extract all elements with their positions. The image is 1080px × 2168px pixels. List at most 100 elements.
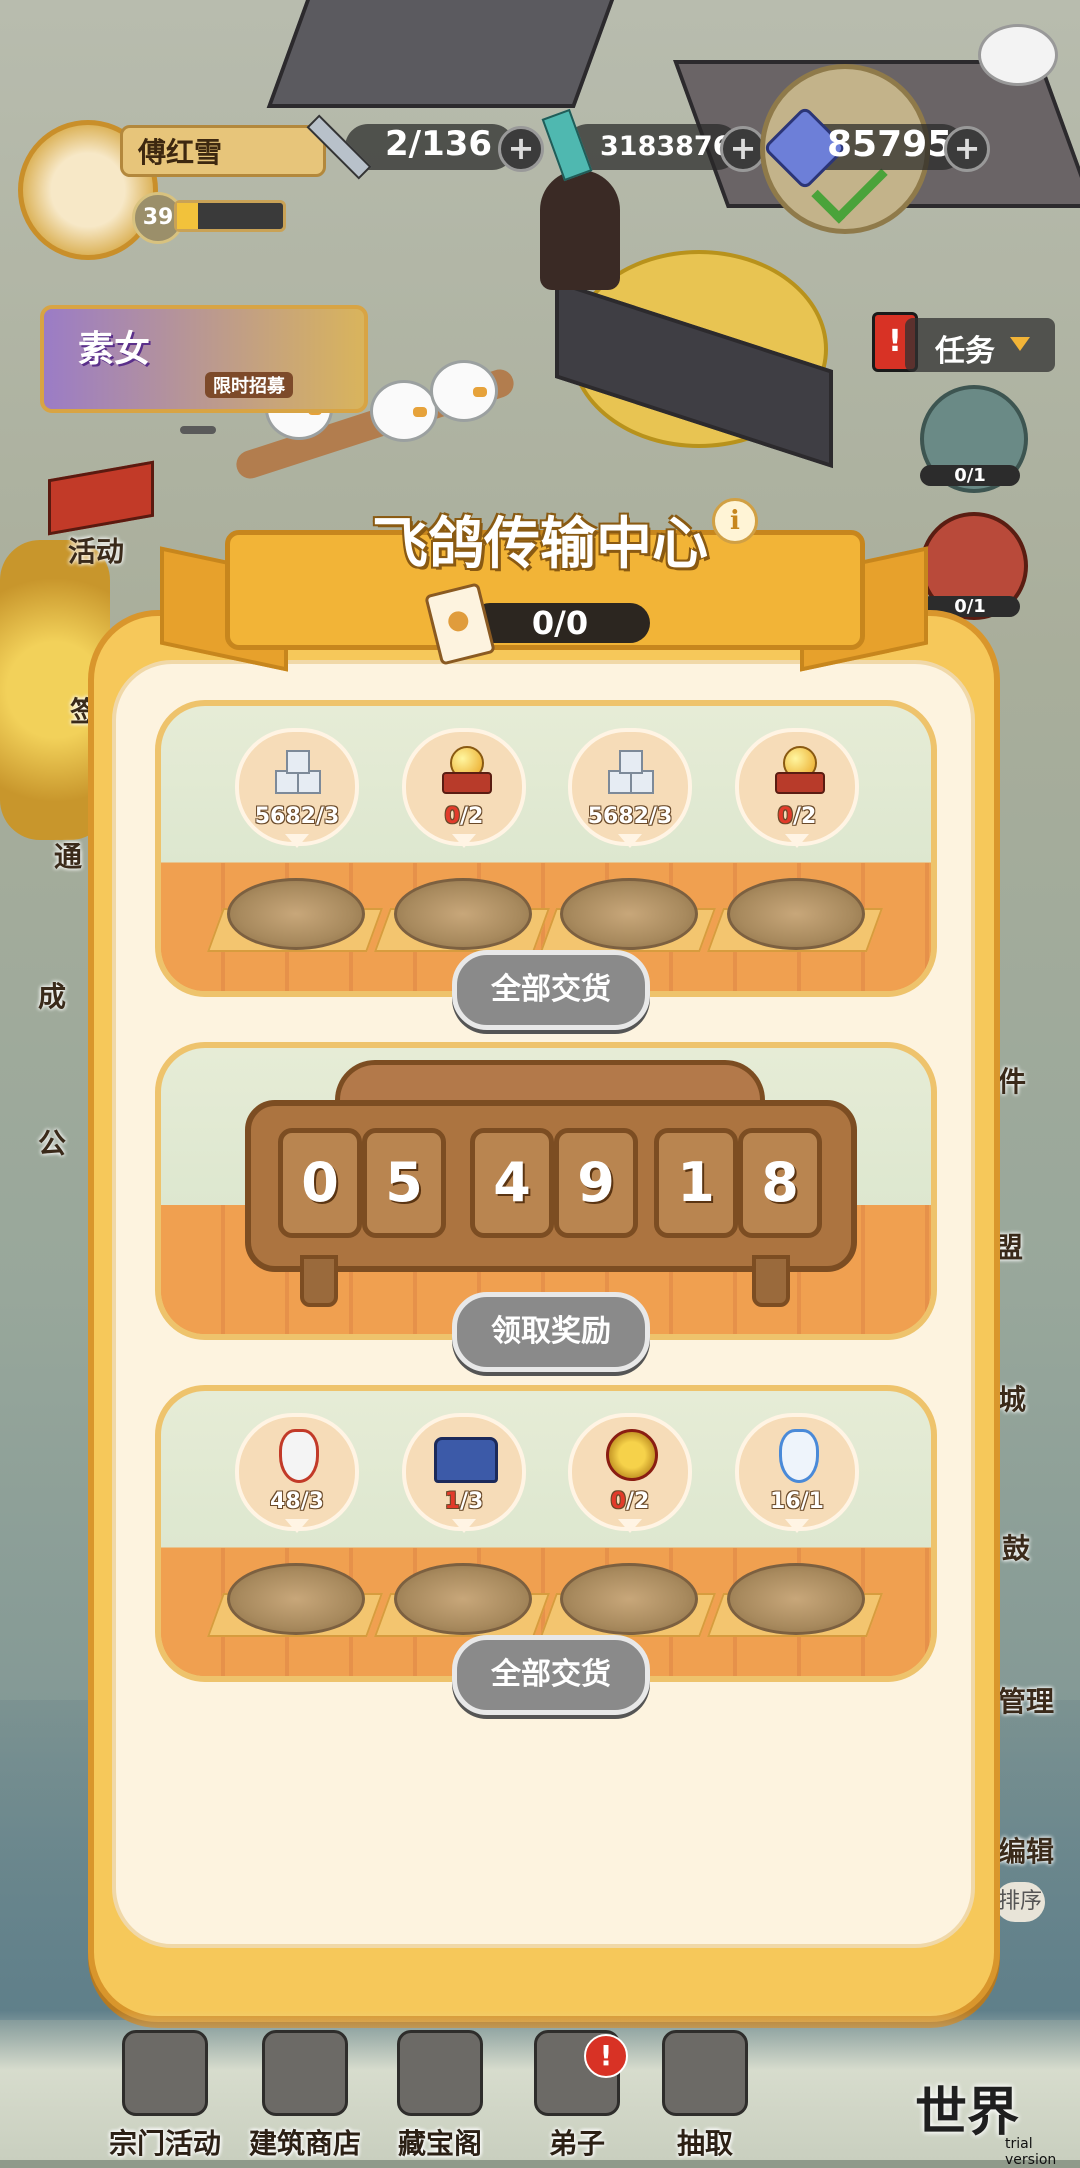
activity-label: 活动 <box>68 535 125 568</box>
item-have: 5682 <box>254 804 316 829</box>
timer-digit: 4 <box>470 1128 554 1238</box>
item-need: /1 <box>800 1489 824 1514</box>
info-icon[interactable]: i <box>712 498 758 544</box>
map-building-roof <box>266 0 622 108</box>
pigeon-icon <box>370 380 438 442</box>
panel-title: 飞鸽传输中心 <box>372 512 708 577</box>
nest-icon <box>227 878 365 950</box>
ice-blocks-icon <box>275 748 321 794</box>
nav-label: 抽取 <box>676 2127 733 2160</box>
blue-gourd-icon <box>779 1429 819 1483</box>
shop-icon <box>262 2030 348 2116</box>
player-name: 傅红雪 <box>138 136 223 169</box>
edit-label[interactable]: 编辑 <box>998 1830 1054 1870</box>
golden-orb-icon <box>442 746 492 794</box>
treasure-pavilion-tab[interactable]: 藏宝阁 <box>380 2030 500 2160</box>
recruit-banner-tag: 限时招募 <box>205 372 293 398</box>
item-need: /3 <box>300 1489 324 1514</box>
item-bubble: 0/2 <box>568 1413 692 1533</box>
item-quantity: 0/2 <box>572 1489 688 1514</box>
claim-reward-button[interactable]: 领取奖励 <box>452 1292 650 1372</box>
timer-digit: 5 <box>362 1128 446 1238</box>
item-have: 0 <box>610 1489 626 1514</box>
item-need: /2 <box>792 804 817 829</box>
deliver-all-button-2[interactable]: 全部交货 <box>452 1635 650 1715</box>
item-have: 5682 <box>587 804 649 829</box>
red-gourd-icon <box>279 1429 319 1483</box>
treasure-icon <box>397 2030 483 2116</box>
side-label-gong[interactable]: 公 <box>38 1122 66 1162</box>
add-gem-button[interactable]: + <box>944 126 990 172</box>
item-bubble: 5682/3 <box>235 728 359 848</box>
nav-label: 建筑商店 <box>248 2127 361 2160</box>
deliver-all-button-1[interactable]: 全部交货 <box>452 950 650 1030</box>
golden-orb-icon <box>775 746 825 794</box>
item-bubble: 0/2 <box>402 728 526 848</box>
item-bubble: 48/3 <box>235 1413 359 1533</box>
side-label-jian[interactable]: 件 <box>998 1060 1026 1100</box>
stamina-value: 2/136 <box>385 124 493 164</box>
item-have: 1 <box>444 1489 460 1514</box>
item-bubble: 1/3 <box>402 1413 526 1533</box>
side-label-cheng[interactable]: 成 <box>38 975 66 1015</box>
ice-blocks-icon <box>608 748 654 794</box>
item-need: /3 <box>315 804 340 829</box>
mail-pigeon-icon[interactable] <box>978 24 1058 86</box>
board-leg <box>752 1255 790 1307</box>
item-have: 48 <box>270 1489 301 1514</box>
nest-icon <box>560 1563 698 1635</box>
sort-button[interactable]: 排序 <box>995 1882 1045 1922</box>
task-progress-1: 0/1 <box>920 465 1020 486</box>
item-need: /3 <box>648 804 673 829</box>
item-quantity: 16/1 <box>739 1489 855 1514</box>
side-label-cheng-r[interactable]: 城 <box>998 1378 1026 1418</box>
recruit-banner-name: 素女 <box>78 329 151 370</box>
exp-bar-fill <box>177 203 199 229</box>
item-need: /2 <box>625 1489 650 1514</box>
nav-label: 藏宝阁 <box>397 2127 482 2160</box>
task-label: 任务 <box>935 334 995 369</box>
board-leg <box>300 1255 338 1307</box>
nav-label: 弟子 <box>548 2127 605 2160</box>
jade-value: 3183876 <box>600 131 732 162</box>
manage-label[interactable]: 管理 <box>998 1680 1054 1720</box>
item-have: 0 <box>777 804 793 829</box>
sect-activity-tab[interactable]: 宗门活动 <box>105 2030 225 2160</box>
item-quantity: 1/3 <box>406 1489 522 1514</box>
nest-icon <box>394 878 532 950</box>
nest-icon <box>727 878 865 950</box>
nest-icon <box>227 1563 365 1635</box>
item-quantity: 0/2 <box>739 804 855 829</box>
watermark: trial version <box>1005 2136 1057 2168</box>
bird-draw-icon <box>662 2030 748 2116</box>
map-character <box>540 170 620 290</box>
pagoda-icon <box>122 2030 208 2116</box>
timer-digit: 9 <box>554 1128 638 1238</box>
item-have: 16 <box>770 1489 801 1514</box>
draw-tab[interactable]: 抽取 <box>645 2030 765 2160</box>
item-quantity: 0/2 <box>406 804 522 829</box>
building-shop-tab[interactable]: 建筑商店 <box>245 2030 365 2160</box>
timer-digit: 8 <box>738 1128 822 1238</box>
item-need: /3 <box>459 1489 484 1514</box>
treasure-chest-icon <box>434 1437 498 1483</box>
item-bubble: 5682/3 <box>568 728 692 848</box>
side-label-tong[interactable]: 通 <box>54 835 82 875</box>
timer-digit: 1 <box>654 1128 738 1238</box>
nest-icon <box>560 878 698 950</box>
exp-bar <box>174 200 286 232</box>
add-stamina-button[interactable]: + <box>498 126 544 172</box>
nest-icon <box>727 1563 865 1635</box>
side-label-gu[interactable]: 鼓 <box>1002 1527 1030 1567</box>
chevron-down-icon <box>1010 337 1030 351</box>
world-button[interactable]: 世界 <box>915 2070 1019 2145</box>
item-have: 0 <box>444 804 460 829</box>
pigeon-icon <box>430 360 498 422</box>
timer-digit: 0 <box>278 1128 362 1238</box>
gem-value: 85795 <box>827 124 953 165</box>
nav-label: 宗门活动 <box>108 2127 221 2160</box>
golden-medallion-icon <box>606 1429 658 1481</box>
banner-page-dot <box>180 426 216 434</box>
item-quantity: 5682/3 <box>239 804 355 829</box>
item-need: /2 <box>459 804 484 829</box>
